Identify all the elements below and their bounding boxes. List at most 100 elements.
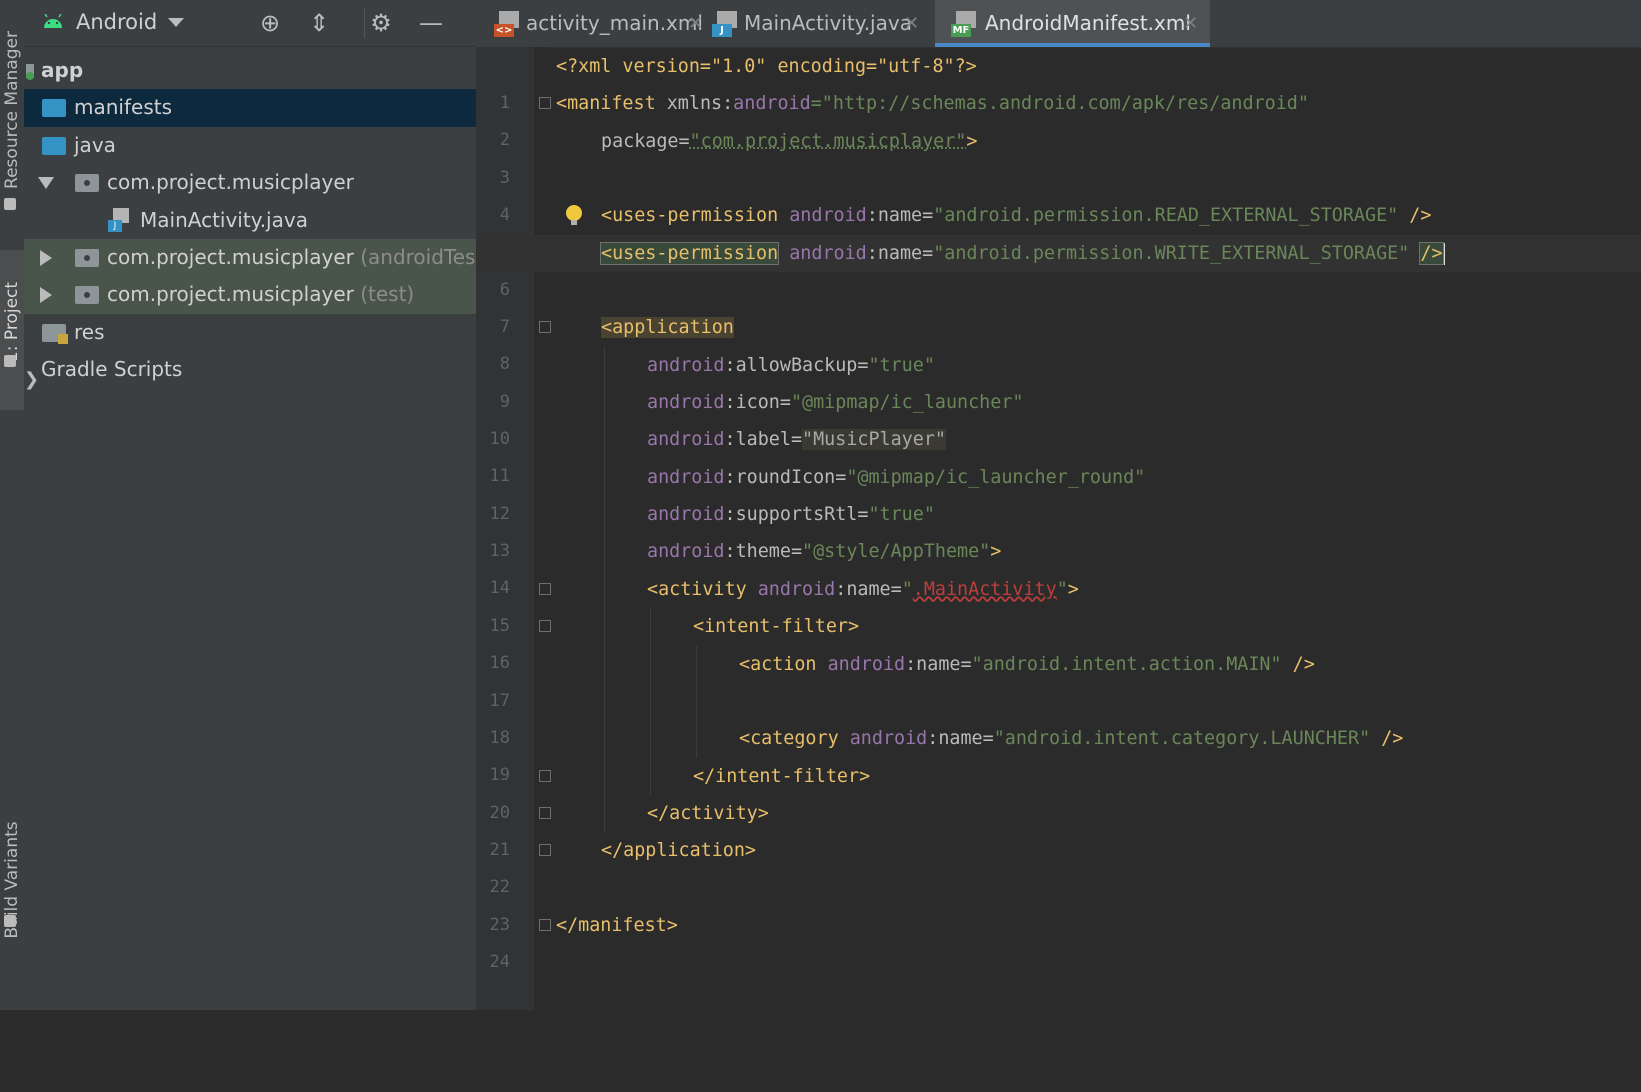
fold-icon[interactable] bbox=[539, 321, 551, 334]
close-icon[interactable]: ✕ bbox=[904, 0, 919, 47]
toolbar-separator bbox=[364, 8, 365, 38]
indent-guide bbox=[604, 608, 605, 646]
code-line: 8 <application bbox=[476, 309, 1641, 374]
project-tab[interactable]: 1: Project bbox=[2, 282, 22, 362]
indent-guide bbox=[650, 608, 651, 646]
attr: :label= bbox=[724, 429, 803, 451]
project-panel: Android ⊕ ⇕ ⚙ — app manifests java com.p… bbox=[24, 0, 491, 1010]
indent-guide bbox=[604, 384, 605, 422]
collapse-arrow-icon[interactable] bbox=[40, 249, 52, 266]
tree-item-manifests[interactable]: manifests bbox=[24, 89, 476, 127]
code-text: android:theme="@style/AppTheme"> bbox=[647, 533, 1001, 570]
attr: xmlns: bbox=[666, 93, 734, 115]
project-view-select[interactable]: Android bbox=[76, 10, 157, 34]
value: "@style/AppTheme" bbox=[802, 541, 991, 563]
resource-manager-icon bbox=[4, 198, 16, 210]
java-file-icon: J bbox=[108, 207, 130, 232]
expand-arrow-icon[interactable] bbox=[38, 177, 54, 190]
fold-icon[interactable] bbox=[539, 844, 551, 857]
gear-icon[interactable]: ⚙ bbox=[366, 8, 396, 38]
tab-androidmanifest-xml[interactable]: MF AndroidManifest.xml ✕ bbox=[935, 0, 1210, 47]
code-area[interactable]: 1 <?xml version="1.0" encoding="utf-8"?>… bbox=[476, 48, 1641, 972]
code-text: android:label="MusicPlayer" bbox=[647, 421, 946, 458]
indent-guide bbox=[604, 570, 605, 609]
tree-item-app[interactable]: app bbox=[24, 52, 476, 89]
code-text: </intent-filter> bbox=[693, 758, 870, 795]
code-line: 13 android:supportsRtl="true" bbox=[476, 496, 1641, 561]
fold-icon[interactable] bbox=[539, 582, 551, 595]
namespace: android bbox=[789, 205, 867, 227]
tag: > bbox=[966, 130, 978, 152]
indent-guide bbox=[604, 794, 605, 833]
tree-item-gradle-scripts[interactable]: ❯ Gradle Scripts bbox=[24, 351, 476, 390]
tree-item-label-wrap: com.project.musicplayer (androidTest) bbox=[107, 239, 491, 276]
module-icon bbox=[26, 64, 34, 80]
code-line: 18 bbox=[476, 682, 1641, 748]
collapse-all-icon[interactable]: ⇕ bbox=[304, 8, 334, 38]
code-text: <action android:name="android.intent.act… bbox=[739, 646, 1315, 683]
fold-icon[interactable] bbox=[539, 97, 551, 110]
locate-icon[interactable]: ⊕ bbox=[255, 8, 285, 38]
collapse-arrow-icon[interactable] bbox=[40, 287, 52, 304]
tree-item-mainactivity[interactable]: J MainActivity.java bbox=[24, 202, 476, 239]
tag: <uses-permission bbox=[601, 205, 779, 227]
value: "@mipmap/ic_launcher_round" bbox=[846, 466, 1146, 488]
code-text: <activity android:name=".MainActivity"> bbox=[647, 571, 1079, 608]
code-line: 19 <category android:name="android.inten… bbox=[476, 720, 1641, 785]
tree-item-package-androidtest[interactable]: com.project.musicplayer (androidTest) bbox=[24, 238, 491, 277]
tab-mainactivity-java[interactable]: J MainActivity.java ✕ bbox=[710, 0, 932, 47]
tag: <intent-filter> bbox=[693, 616, 860, 638]
code-line: 12 android:roundIcon="@mipmap/ic_launche… bbox=[476, 458, 1641, 524]
code-line: 2 <manifest xmlns:android="http://schema… bbox=[476, 85, 1641, 150]
code-text: <category android:name="android.intent.c… bbox=[739, 720, 1403, 757]
tag: <uses-permission bbox=[599, 241, 780, 265]
tree-item-package-main[interactable]: com.project.musicplayer bbox=[24, 164, 476, 201]
tag: </intent-filter> bbox=[693, 765, 871, 787]
tag: > bbox=[990, 541, 1002, 563]
lightbulb-icon[interactable] bbox=[566, 205, 582, 226]
tree-item-res[interactable]: res bbox=[24, 314, 476, 351]
code-text: android:icon="@mipmap/ic_launcher" bbox=[647, 384, 1023, 421]
close-icon[interactable]: ✕ bbox=[688, 0, 703, 47]
fold-icon[interactable] bbox=[539, 620, 551, 633]
code-line: 3 package="com.project.musicplayer"> bbox=[476, 123, 1641, 188]
code-line: 14 android:theme="@style/AppTheme"> bbox=[476, 533, 1641, 598]
indent-guide bbox=[650, 757, 651, 795]
tag: /> bbox=[1381, 728, 1404, 750]
code-text: </application> bbox=[601, 832, 756, 869]
tree-item-label-wrap: com.project.musicplayer (test) bbox=[107, 276, 414, 313]
code-text: </activity> bbox=[647, 795, 769, 832]
attr: :icon= bbox=[724, 392, 791, 414]
attr: :name= bbox=[866, 205, 934, 227]
tree-item-label: manifests bbox=[74, 95, 172, 120]
code-text: <uses-permission android:name="android.p… bbox=[601, 197, 1431, 234]
value: "android.permission.WRITE_EXTERNAL_STORA… bbox=[933, 242, 1410, 264]
attr: :name= bbox=[927, 728, 994, 750]
chevron-down-icon[interactable] bbox=[168, 18, 184, 27]
tree-item-package-test[interactable]: com.project.musicplayer (test) bbox=[24, 276, 476, 314]
tag: </application> bbox=[601, 840, 757, 862]
tag: /> bbox=[1419, 241, 1444, 265]
manifest-file-icon: MF bbox=[951, 11, 977, 37]
code-line: 1 <?xml version="1.0" encoding="utf-8"?> bbox=[476, 48, 1641, 113]
indent-guide bbox=[604, 458, 605, 497]
fold-icon[interactable] bbox=[539, 918, 551, 931]
code-line: 11 android:label="MusicPlayer" bbox=[476, 421, 1641, 486]
tab-activity-main-xml[interactable]: <> activity_main.xml ✕ bbox=[476, 0, 708, 47]
code-line: 5 <uses-permission android:name="android… bbox=[476, 197, 1641, 262]
tree-item-java[interactable]: java bbox=[24, 127, 476, 164]
resource-manager-tab[interactable]: Resource Manager bbox=[2, 31, 22, 189]
indent-guide bbox=[604, 720, 605, 758]
value: " bbox=[901, 578, 913, 600]
value-error: .MainActivity bbox=[912, 578, 1057, 600]
hide-panel-icon[interactable]: — bbox=[416, 8, 446, 38]
value: " bbox=[1056, 578, 1068, 600]
namespace: android bbox=[647, 466, 725, 488]
code-line: 21 </activity> bbox=[476, 794, 1641, 860]
fold-icon[interactable] bbox=[539, 769, 551, 782]
fold-icon[interactable] bbox=[539, 806, 551, 819]
project-toolbar: Android ⊕ ⇕ ⚙ — bbox=[24, 0, 476, 47]
tree-item-label: com.project.musicplayer bbox=[107, 244, 354, 269]
close-icon[interactable]: ✕ bbox=[1183, 0, 1198, 47]
namespace: android bbox=[757, 578, 836, 600]
